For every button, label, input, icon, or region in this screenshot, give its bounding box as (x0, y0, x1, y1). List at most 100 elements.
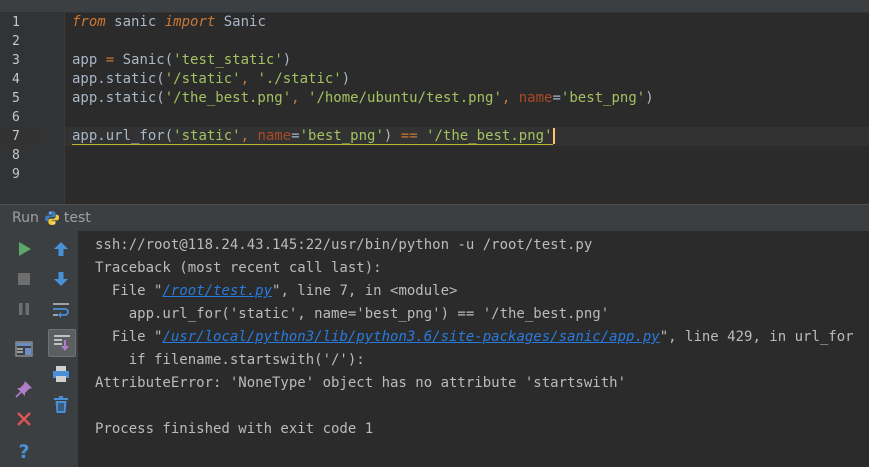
console-line: Process finished with exit code 1 (95, 418, 373, 441)
print-button[interactable] (48, 361, 74, 387)
code-token: 'test_static' (173, 52, 283, 68)
console-line: File "/root/test.py", line 7, in <module… (95, 280, 458, 303)
help-icon: ? (18, 441, 29, 461)
code-line[interactable]: app.static('/static', './static') (65, 70, 869, 89)
code-editor[interactable]: 1 2 3 4 5 6 7 8 9 from sanic import Sanic app = S… (0, 0, 869, 204)
run-toolbar-left: ? (0, 231, 46, 467)
console-text: app.url_for('static', name='best_png') =… (95, 306, 610, 322)
console-text: Process finished with exit code 1 (95, 421, 374, 437)
code-token: 'best_png' (560, 90, 646, 106)
restore-layout-button[interactable] (11, 336, 37, 362)
run-toolbar-right (46, 231, 79, 467)
code-token: app.static( (72, 90, 165, 106)
code-line[interactable]: from sanic import Sanic (65, 13, 869, 32)
console-line: AttributeError: 'NoneType' object has no… (95, 372, 626, 395)
up-arrow-icon (54, 242, 68, 256)
code-token: Sanic( (114, 52, 174, 68)
pause-button[interactable] (11, 296, 37, 322)
line-number: 3 (12, 53, 20, 68)
svg-text:?: ? (18, 441, 29, 461)
code-token: ) (341, 71, 351, 87)
code-token: ) (645, 90, 654, 106)
code-token: name (518, 90, 553, 106)
run-config-name[interactable]: test (64, 210, 91, 226)
code-token: import (164, 14, 216, 30)
file-link[interactable]: /root/test.py (162, 283, 272, 299)
pin-tab-button[interactable] (11, 376, 37, 402)
stop-button[interactable] (11, 266, 37, 292)
code-token: = (552, 90, 561, 106)
console-line: Traceback (most recent call last): (95, 257, 382, 280)
soft-wrap-button[interactable] (48, 297, 74, 323)
code-token: app.static( (72, 71, 165, 87)
print-icon (53, 366, 69, 382)
down-arrow-icon (54, 272, 68, 286)
clear-all-button[interactable] (48, 392, 74, 418)
console-line: ssh://root@118.24.43.145:22/usr/bin/pyth… (95, 234, 592, 257)
code-line[interactable]: app.static('/the_best.png', '/home/ubunt… (65, 89, 869, 108)
code-token: == (400, 128, 418, 145)
console-text: Traceback (most recent call last): (95, 260, 382, 276)
code-line[interactable] (65, 32, 869, 51)
previous-occurrence-button[interactable] (48, 236, 74, 262)
console-line: app.url_for('static', name='best_png') =… (95, 303, 609, 326)
code-line[interactable]: app.url_for('static', name='best_png') =… (65, 127, 869, 146)
scroll-to-end-button[interactable] (48, 329, 76, 357)
layout-icon (15, 341, 33, 357)
code-token: Sanic (215, 14, 266, 30)
console-text: if filename.startswith('/'): (95, 352, 365, 368)
python-icon (44, 210, 60, 226)
line-number-gutter: 1 2 3 4 5 6 7 8 9 (0, 12, 65, 204)
soft-wrap-icon (53, 303, 69, 318)
line-number: 5 (12, 91, 20, 106)
code-token: '/the_best.png' (164, 90, 292, 106)
code-token: , (501, 90, 519, 106)
code-area[interactable]: from sanic import Sanic app = Sanic('test… (65, 12, 869, 204)
code-token: , (240, 128, 258, 145)
line-number: 7 (0, 127, 42, 146)
code-line[interactable] (65, 146, 869, 165)
code-line[interactable] (65, 165, 869, 184)
code-token: '/home/ubuntu/test.png' (308, 90, 502, 106)
next-occurrence-button[interactable] (48, 266, 74, 292)
run-icon (19, 242, 31, 256)
code-token: = (105, 52, 115, 68)
line-number: 8 (12, 148, 20, 163)
console-text: AttributeError: 'NoneType' object has no… (95, 375, 627, 391)
line-number: 9 (12, 167, 20, 182)
pause-icon (19, 303, 29, 315)
code-line[interactable]: app = Sanic('test_static') (65, 51, 869, 70)
line-number: 1 (12, 15, 20, 30)
code-token (417, 128, 427, 145)
code-token: name (257, 128, 292, 145)
close-icon (17, 412, 31, 426)
file-link[interactable]: /usr/local/python3/lib/python3.6/site-pa… (162, 329, 659, 345)
run-console-output[interactable]: ssh://root@118.24.43.145:22/usr/bin/pyth… (79, 231, 869, 467)
console-text: ssh://root@118.24.43.145:22/usr/bin/pyth… (95, 237, 593, 253)
code-token: sanic (105, 14, 165, 30)
code-token: from (72, 14, 106, 30)
help-button[interactable]: ? (11, 438, 37, 464)
line-number: 4 (12, 72, 20, 87)
code-token: ) (383, 128, 401, 145)
scroll-to-end-icon (54, 335, 70, 351)
console-text: ", line 7, in <module> (272, 283, 458, 299)
console-text: File " (95, 329, 163, 345)
console-text: ", line 429, in url_for (659, 329, 854, 345)
code-token: './static' (257, 71, 342, 87)
code-token: app (72, 52, 106, 68)
code-token: 'static' (173, 128, 241, 145)
text-cursor (552, 128, 555, 144)
code-token: '/static' (164, 71, 241, 87)
close-button[interactable] (11, 406, 37, 432)
code-token: app.url_for( (72, 128, 174, 145)
code-token: '/the_best.png' (426, 128, 553, 145)
console-line: File "/usr/local/python3/lib/python3.6/s… (95, 326, 854, 349)
code-token: , (240, 71, 258, 87)
code-line[interactable] (65, 108, 869, 127)
run-button[interactable] (11, 236, 37, 262)
code-token: ) (282, 52, 292, 68)
code-token: = (291, 128, 300, 145)
code-token: 'best_png' (299, 128, 384, 145)
code-token: , (291, 90, 309, 106)
